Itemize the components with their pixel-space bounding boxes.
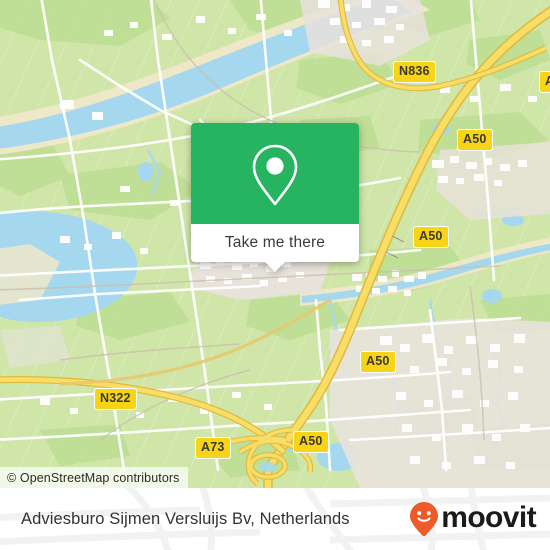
moovit-smiley-pin-icon (410, 502, 439, 537)
road-shield: A (539, 71, 550, 93)
moovit-brand[interactable]: moovit (409, 488, 537, 550)
road-shield: A50 (293, 431, 329, 453)
take-me-there-label: Take me there (224, 234, 326, 251)
road-shield: N836 (393, 61, 436, 83)
popup-tail-pointer (264, 261, 286, 272)
map-screenshot: N836 A50 A50 A50 A50 N322 A73 A © OpenSt… (0, 0, 550, 550)
location-popup[interactable]: Take me there (191, 123, 359, 272)
road-shield: A50 (457, 129, 493, 151)
road-shield: A50 (413, 226, 449, 248)
map-pin-icon (252, 144, 298, 205)
place-name-label: Adviesburo Sijmen Versluijs Bv, Netherla… (21, 509, 350, 528)
osm-attribution: © OpenStreetMap contributors (0, 467, 188, 488)
popup-footer[interactable]: Take me there (191, 224, 359, 272)
road-shield: A50 (360, 351, 396, 373)
bottom-bar: Adviesburo Sijmen Versluijs Bv, Netherla… (0, 488, 550, 550)
popup-header (191, 123, 359, 224)
road-shield: N322 (94, 388, 137, 410)
road-shield: A73 (195, 437, 231, 459)
moovit-wordmark: moovit (441, 501, 536, 534)
